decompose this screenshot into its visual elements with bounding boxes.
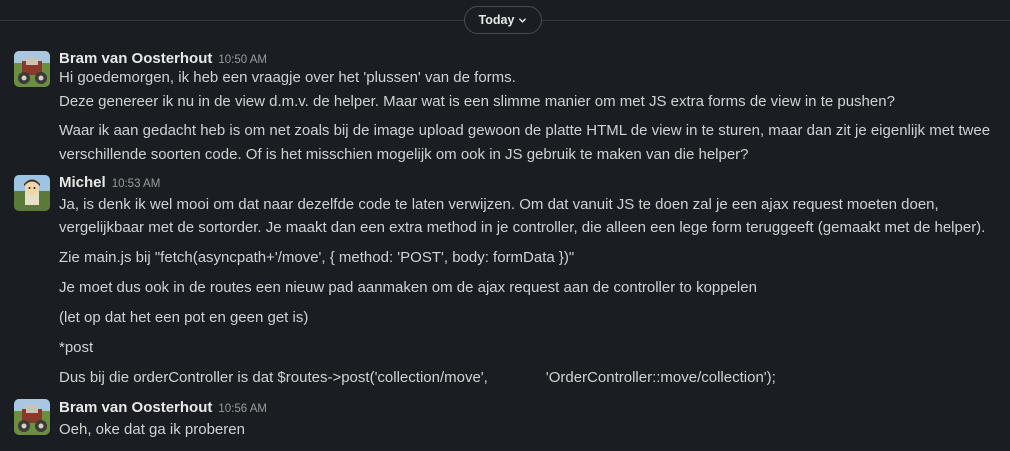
avatar-image bbox=[14, 175, 50, 211]
message-timestamp[interactable]: 10:53 AM bbox=[112, 178, 161, 190]
message-text-line: Zie main.js bij "fetch(asyncpath+'/move'… bbox=[59, 249, 575, 266]
message-author[interactable]: Bram van Oosterhout bbox=[59, 50, 212, 67]
message-text-segment: Dus bij die orderController is dat $rout… bbox=[59, 369, 488, 386]
message-text-line: Waar ik aan gedacht heb is om net zoals … bbox=[59, 122, 991, 139]
message-text-line: verschillende soorten code. Of is het mi… bbox=[59, 146, 749, 163]
avatar-image bbox=[14, 399, 50, 435]
message-text-line: Hi goedemorgen, ik heb een vraagje over … bbox=[59, 69, 516, 86]
day-divider-label: Today bbox=[478, 13, 515, 27]
message-text-line: (let op dat het een pot en geen get is) bbox=[59, 309, 309, 326]
day-divider-button[interactable]: Today bbox=[464, 6, 542, 34]
message-text-segment: 'OrderController::move/collection'); bbox=[545, 369, 776, 386]
message-text-line: Deze genereer ik nu in de view d.m.v. de… bbox=[59, 93, 895, 110]
message-text-line: Dus bij die orderController is dat $rout… bbox=[59, 368, 776, 388]
message-author[interactable]: Bram van Oosterhout bbox=[59, 399, 212, 416]
message-author[interactable]: Michel bbox=[59, 174, 106, 191]
message-text-line: *post bbox=[59, 339, 94, 356]
avatar-image bbox=[14, 51, 50, 87]
chevron-down-icon bbox=[519, 17, 527, 23]
message-text-line: Oeh, oke dat ga ik proberen bbox=[59, 421, 245, 438]
message-text-line: Je moet dus ook in de routes een nieuw p… bbox=[59, 279, 757, 296]
avatar[interactable] bbox=[14, 175, 50, 211]
avatar[interactable] bbox=[14, 51, 50, 87]
message-text-line: Ja, is denk ik wel mooi om dat naar deze… bbox=[59, 196, 939, 213]
message-timestamp[interactable]: 10:50 AM bbox=[218, 54, 267, 66]
message-timestamp[interactable]: 10:56 AM bbox=[218, 403, 267, 415]
avatar[interactable] bbox=[14, 399, 50, 435]
message-text-line: vergelijkbaar met de sortorder. Je maakt… bbox=[59, 219, 986, 236]
